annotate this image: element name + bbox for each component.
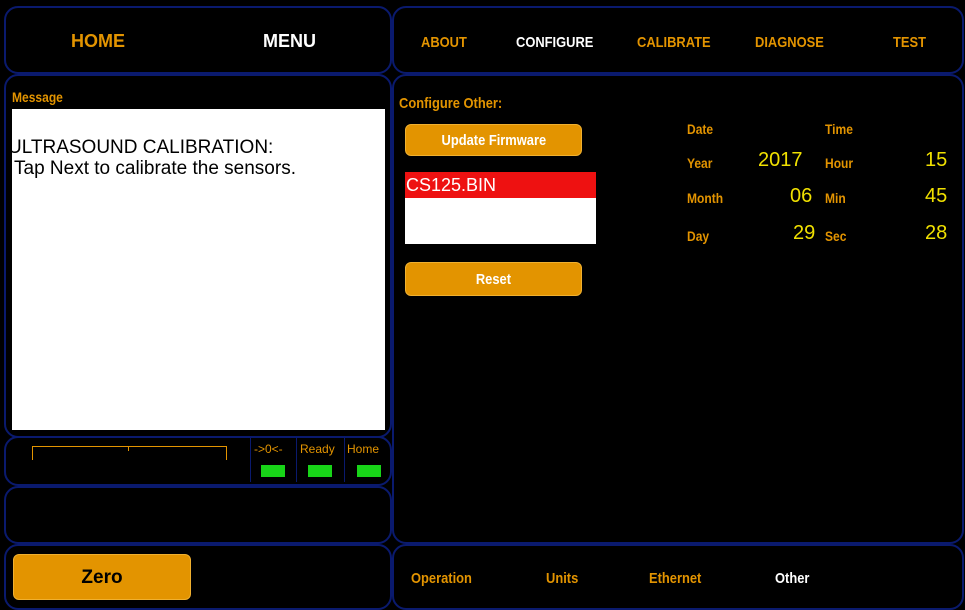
ready-status-label: Ready xyxy=(300,442,335,456)
time-header: Time xyxy=(825,121,853,137)
tab-calibrate[interactable]: CALIBRATE xyxy=(637,34,723,51)
message-line-1: ULTRASOUND CALIBRATION: xyxy=(8,137,274,158)
min-value[interactable]: 45 xyxy=(925,185,947,208)
firmware-file-item[interactable]: CS125.BIN xyxy=(405,172,596,198)
year-value[interactable]: 2017 xyxy=(758,149,803,172)
date-header: Date xyxy=(687,121,714,137)
message-title: Message xyxy=(12,89,63,105)
firmware-file-list[interactable]: CS125.BIN xyxy=(405,172,596,244)
status-divider-1 xyxy=(250,438,251,482)
message-line-2: Tap Next to calibrate the sensors. xyxy=(14,158,296,179)
sec-value[interactable]: 28 xyxy=(925,222,947,245)
tab-units[interactable]: Units xyxy=(546,570,584,587)
tab-about[interactable]: ABOUT xyxy=(421,34,474,51)
message-box: ULTRASOUND CALIBRATION: Tap Next to cali… xyxy=(8,109,385,430)
status-divider-2 xyxy=(296,438,297,482)
zero-button[interactable]: Zero xyxy=(13,554,191,600)
home-menu-panel xyxy=(4,6,392,74)
hour-value[interactable]: 15 xyxy=(925,149,947,172)
day-value[interactable]: 29 xyxy=(793,222,815,245)
configure-other-title: Configure Other: xyxy=(399,95,503,112)
month-value[interactable]: 06 xyxy=(790,185,812,208)
tab-operation[interactable]: Operation xyxy=(411,570,482,587)
update-firmware-button[interactable]: Update Firmware xyxy=(405,124,582,156)
year-label: Year xyxy=(687,155,713,171)
home-button[interactable]: HOME xyxy=(71,31,125,52)
progress-scale xyxy=(32,446,227,460)
zero-status-label: ->0<- xyxy=(254,442,283,456)
reset-button[interactable]: Reset xyxy=(405,262,582,296)
menu-button[interactable]: MENU xyxy=(263,31,316,52)
status-divider-3 xyxy=(344,438,345,482)
sec-label: Sec xyxy=(825,228,847,244)
tab-ethernet[interactable]: Ethernet xyxy=(649,570,710,587)
day-label: Day xyxy=(687,228,710,244)
tab-diagnose[interactable]: DIAGNOSE xyxy=(755,34,835,51)
hour-label: Hour xyxy=(825,155,854,171)
home-status-label: Home xyxy=(347,442,380,456)
month-label: Month xyxy=(687,190,724,206)
tab-other[interactable]: Other xyxy=(775,570,815,587)
tab-configure[interactable]: CONFIGURE xyxy=(516,34,606,51)
progress-tick xyxy=(128,446,129,451)
tab-test[interactable]: TEST xyxy=(893,34,931,51)
blank-panel xyxy=(4,486,392,544)
zero-status-led xyxy=(261,465,285,477)
min-label: Min xyxy=(825,190,846,206)
ready-status-led xyxy=(308,465,332,477)
home-status-led xyxy=(357,465,381,477)
